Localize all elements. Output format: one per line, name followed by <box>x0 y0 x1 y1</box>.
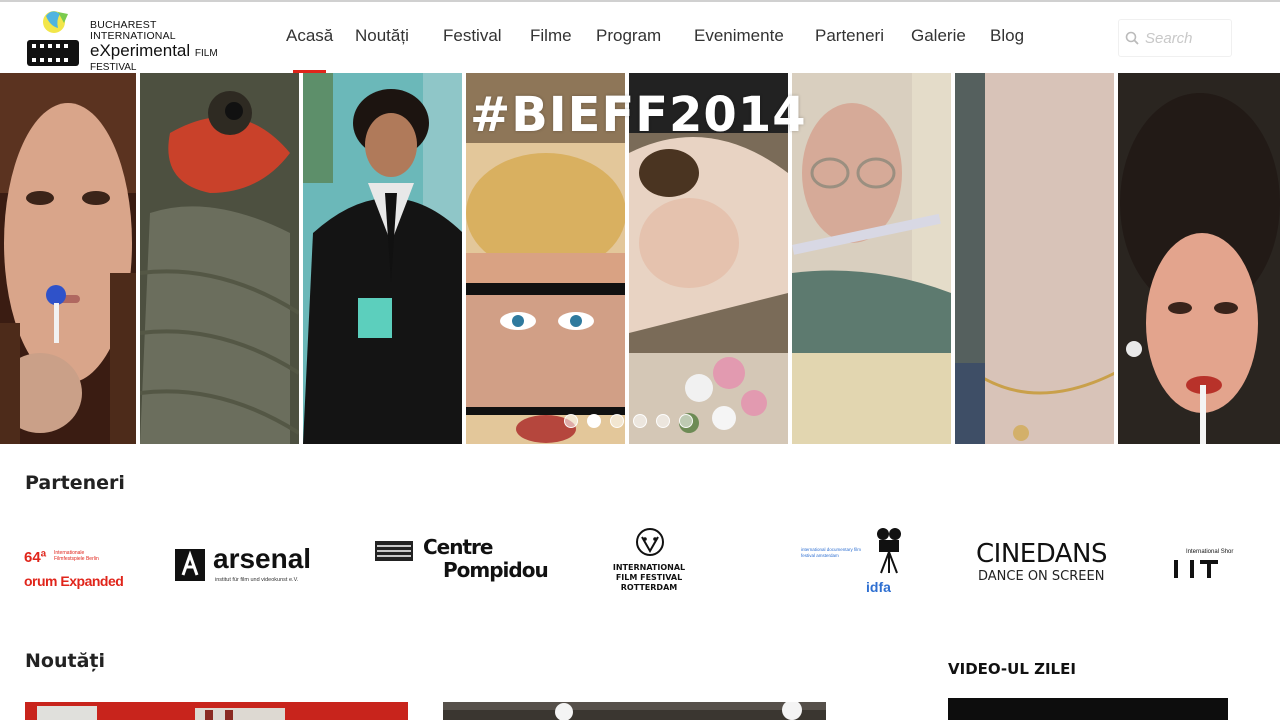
partners-carousel: 64ª Internationale Filmfestspiele Berlin… <box>0 520 1280 605</box>
slide-panel-1 <box>0 73 136 444</box>
logo-line-3: FESTIVAL <box>90 62 137 73</box>
arsenal-wordmark: arsenal <box>213 543 312 574</box>
slider-dot[interactable] <box>679 414 693 428</box>
hero-slider[interactable]: #BIEFF2014 <box>0 73 1280 444</box>
nav-item-evenimente[interactable]: Evenimente <box>694 26 784 46</box>
pompidou-mark-icon <box>375 541 413 561</box>
arsenal-subtitle: institut für film und videokunst e.V. <box>215 577 299 583</box>
partners-heading: Parteneri <box>25 472 125 494</box>
news-thumbnail-1 <box>25 702 408 720</box>
idfa-tagline: international documentary film festival … <box>801 547 862 558</box>
news-card-2[interactable] <box>443 702 826 720</box>
slider-dot[interactable] <box>610 414 624 428</box>
iffr-line-1: INTERNATIONAL <box>612 563 686 572</box>
iffr-tiger-icon <box>636 528 664 556</box>
forum-number: 64ª <box>24 549 47 566</box>
slide-panel-3 <box>303 73 462 444</box>
nav-item-festival[interactable]: Festival <box>443 26 502 46</box>
iffr-line-3: ROTTERDAM <box>620 583 678 592</box>
slide-panel-6 <box>792 73 951 444</box>
news-card-1[interactable] <box>25 702 408 720</box>
idfa-camera-icon <box>877 528 901 574</box>
partner-forum-expanded[interactable]: 64ª Internationale Filmfestspiele Berlin… <box>24 527 128 597</box>
nav-item-blog[interactable]: Blog <box>990 26 1024 46</box>
hero-hashtag: #BIEFF2014 <box>470 87 807 143</box>
partner-idfa[interactable]: international documentary film festival … <box>771 527 927 597</box>
festival-logo-icon <box>27 11 79 66</box>
iffr-line-2: FILM FESTIVAL <box>615 573 683 582</box>
news-thumbnail-2 <box>443 702 826 720</box>
pompidou-line-2: Pompidou <box>443 558 549 582</box>
slider-dot[interactable] <box>587 414 601 428</box>
slide-panel-8 <box>1118 73 1280 444</box>
slider-dot[interactable] <box>633 414 647 428</box>
slider-dot[interactable] <box>564 414 578 428</box>
partner-international-short[interactable]: International Shor <box>1172 527 1280 597</box>
nav-item-program[interactable]: Program <box>596 26 661 46</box>
slide-panel-2 <box>140 73 299 444</box>
partner-cinedans[interactable]: CINEDANS DANCE ON SCREEN <box>971 527 1131 597</box>
nav-item-acasa[interactable]: Acasă <box>286 26 333 46</box>
intl-short-label: International Shor <box>1186 549 1234 555</box>
logo-wordmark: BUCHAREST INTERNATIONAL eXperimental FIL… <box>90 19 244 74</box>
search-input[interactable] <box>1145 28 1225 48</box>
slider-dot[interactable] <box>656 414 670 428</box>
news-heading: Noutăți <box>25 650 105 672</box>
nav-item-galerie[interactable]: Galerie <box>911 26 966 46</box>
partner-iffr[interactable]: INTERNATIONAL FILM FESTIVAL ROTTERDAM <box>571 527 727 597</box>
logo-line-2: eXperimental FILM <box>90 42 244 62</box>
nav-item-noutati[interactable]: Noutăți <box>355 26 409 46</box>
partner-arsenal[interactable]: arsenal institut für film und videokunst… <box>171 527 327 597</box>
intl-short-bars-icon <box>1174 560 1218 578</box>
cinedans-subtitle: DANCE ON SCREEN <box>978 569 1105 584</box>
nav-item-parteneri[interactable]: Parteneri <box>815 26 884 46</box>
site-header: BUCHAREST INTERNATIONAL eXperimental FIL… <box>0 2 1280 74</box>
logo-experimental: eXperimental <box>90 41 191 60</box>
arsenal-mark-icon <box>175 549 205 581</box>
video-of-day-heading: VIDEO-UL ZILEI <box>948 660 1076 678</box>
search-icon[interactable] <box>1125 31 1139 45</box>
slide-panel-7 <box>955 73 1114 444</box>
nav-item-filme[interactable]: Filme <box>530 26 572 46</box>
forum-berlinale: Internationale Filmfestspiele Berlin <box>54 550 99 562</box>
pompidou-line-1: Centre <box>423 535 493 559</box>
search-box[interactable] <box>1118 19 1232 57</box>
forum-expanded-text: orum Expanded <box>24 573 124 589</box>
cinedans-wordmark: CINEDANS <box>976 539 1108 569</box>
site-logo[interactable]: BUCHAREST INTERNATIONAL eXperimental FIL… <box>24 8 244 74</box>
video-of-day-player[interactable] <box>948 698 1228 720</box>
partner-centre-pompidou[interactable]: Centre Pompidou <box>371 527 549 597</box>
logo-line-1: BUCHAREST INTERNATIONAL <box>90 19 176 42</box>
logo-film: FILM <box>194 48 218 59</box>
idfa-wordmark: idfa <box>866 579 891 595</box>
